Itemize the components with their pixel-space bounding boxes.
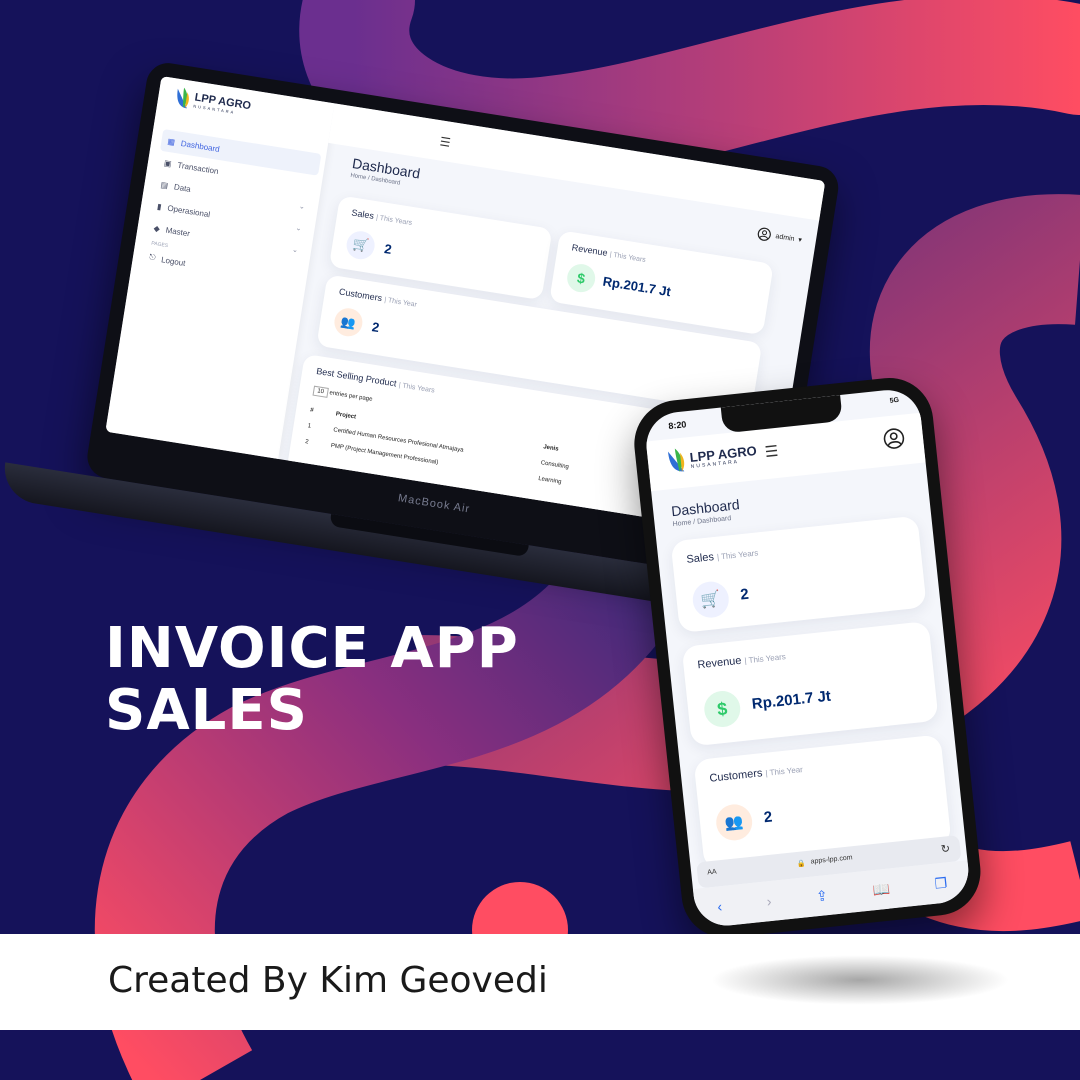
- card-title: Customers | This Year: [338, 286, 418, 309]
- sidebar-item-label: Dashboard: [180, 138, 221, 154]
- table-cell: 1: [307, 423, 312, 430]
- gem-icon: ◆: [153, 223, 161, 234]
- sidebar-item-label: Logout: [160, 254, 187, 268]
- chevron-down-icon: ⌄: [298, 203, 306, 211]
- entries-select[interactable]: 10 entries per page: [312, 385, 373, 403]
- user-avatar-icon: [758, 227, 772, 241]
- card-title: Revenue | This Years: [571, 242, 647, 264]
- dollar-icon: $: [702, 689, 743, 729]
- phone-ground-shadow: [710, 955, 1010, 1005]
- card-title: Sales | This Years: [685, 548, 759, 566]
- users-icon: 👥: [714, 802, 754, 843]
- breadcrumb-current: Dashboard: [696, 515, 732, 526]
- database-icon: ▤: [159, 179, 169, 190]
- sidebar-menu: ▦ Dashboard ▣ Transaction ▤ Data ⌄ ▮ Operasio…: [141, 128, 322, 292]
- chevron-down-icon: ⌄: [291, 246, 299, 255]
- lock-icon: 🔒: [796, 860, 806, 869]
- dollar-icon: $: [565, 262, 598, 295]
- chevron-down-icon: ⌄: [295, 224, 302, 233]
- sales-value: 2: [739, 585, 750, 604]
- user-menu[interactable]: admin ▾: [757, 226, 803, 247]
- share-icon[interactable]: ⇪: [815, 887, 828, 905]
- status-signal: 5G: [889, 396, 900, 405]
- user-name: admin: [775, 232, 795, 243]
- table-cell: 2: [304, 439, 309, 446]
- revenue-card: Revenue | This Years $ Rp.201.7 Jt: [681, 621, 939, 747]
- sidebar-item-label: Data: [173, 181, 192, 194]
- breadcrumb-home[interactable]: Home: [672, 519, 691, 528]
- sales-card: Sales | This Years 🛒 2: [670, 515, 927, 634]
- breadcrumb-separator: /: [367, 175, 370, 182]
- credit-text: Created By Kim Geovedi: [108, 960, 548, 1001]
- sidebar-item-label: Transaction: [176, 160, 220, 176]
- table-header-project[interactable]: Project: [335, 411, 356, 420]
- phone-mockup: LPP AGRO NUSANTARA ☰ 8:20 5G Dashboard H…: [630, 373, 985, 943]
- revenue-value: Rp.201.7 Jt: [751, 687, 832, 713]
- back-arrow-icon[interactable]: ‹: [717, 898, 723, 914]
- headline-line-2: SALES: [105, 678, 308, 743]
- hamburger-menu-icon[interactable]: ☰: [439, 134, 452, 150]
- chart-icon: ▮: [156, 201, 163, 212]
- bookmarks-icon[interactable]: 📖: [872, 880, 891, 899]
- phone-body: LPP AGRO NUSANTARA ☰ 8:20 5G Dashboard H…: [630, 373, 985, 943]
- leaf-logo-icon: [177, 87, 189, 109]
- reload-icon[interactable]: ↻: [940, 842, 950, 856]
- customers-value: 2: [370, 319, 381, 336]
- logout-icon: ⎋: [148, 252, 157, 263]
- sales-value: 2: [383, 241, 393, 258]
- user-avatar-icon[interactable]: [882, 427, 906, 451]
- forward-arrow-icon[interactable]: ›: [766, 893, 772, 909]
- tabs-icon[interactable]: ❐: [934, 874, 948, 892]
- breadcrumb-home[interactable]: Home: [350, 173, 367, 181]
- cart-icon: 🛒: [691, 579, 731, 620]
- leaf-logo-icon: [667, 448, 685, 472]
- revenue-value: Rp.201.7 Jt: [601, 273, 672, 300]
- brand-logo[interactable]: LPP AGRO NUSANTARA ☰: [665, 438, 780, 476]
- url-text: apps-lpp.com: [810, 854, 853, 866]
- table-header-num[interactable]: #: [310, 407, 314, 413]
- receipt-icon: ▣: [163, 158, 173, 169]
- phone-screen: LPP AGRO NUSANTARA ☰ 8:20 5G Dashboard H…: [643, 386, 972, 929]
- brand-logo[interactable]: LPP AGRO NUSANTARA: [173, 86, 252, 120]
- text-size-button[interactable]: AA: [707, 869, 717, 877]
- card-title: Customers | This Year: [708, 764, 804, 785]
- sidebar-item-label: Master: [165, 225, 191, 238]
- headline: INVOICE APP SALES: [105, 618, 519, 742]
- customers-value: 2: [762, 808, 774, 827]
- card-title: Revenue | This Years: [696, 652, 787, 672]
- caret-down-icon: ▾: [797, 236, 803, 245]
- users-icon: 👥: [332, 306, 365, 339]
- table-cell: Learning: [537, 475, 562, 486]
- sidebar-item-label: Operasional: [166, 203, 211, 219]
- status-time: 8:20: [667, 419, 687, 432]
- cart-icon: 🛒: [344, 229, 377, 262]
- card-title: Sales | This Years: [350, 207, 413, 227]
- breadcrumb-separator: /: [692, 518, 696, 527]
- grid-icon: ▦: [166, 136, 176, 147]
- hamburger-menu-icon[interactable]: ☰: [764, 442, 779, 461]
- headline-line-1: INVOICE APP: [105, 616, 519, 681]
- table-header-jenis[interactable]: Jenis: [543, 444, 559, 452]
- table-cell: Consulting: [540, 460, 570, 471]
